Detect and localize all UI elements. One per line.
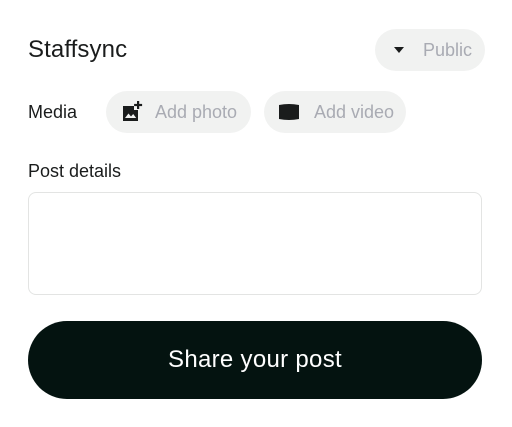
visibility-value: Public bbox=[423, 39, 473, 60]
add-photo-label: Add photo bbox=[155, 101, 238, 122]
post-details-label: Post details bbox=[28, 161, 122, 181]
caret-down-icon bbox=[394, 47, 404, 53]
add-video-button[interactable]: Add video bbox=[264, 91, 406, 133]
visibility-dropdown[interactable]: Public bbox=[375, 29, 485, 71]
page-title: Staffsync bbox=[28, 36, 128, 63]
video-icon bbox=[277, 100, 301, 124]
media-label: Media bbox=[28, 102, 78, 122]
add-photo-icon bbox=[120, 100, 144, 124]
add-video-label: Add video bbox=[314, 101, 395, 122]
share-post-button[interactable]: Share your post bbox=[28, 321, 482, 399]
post-details-input[interactable] bbox=[28, 192, 482, 295]
add-photo-button[interactable]: Add photo bbox=[106, 91, 251, 133]
share-post-form: Staffsync Public Media Add photo Add vid… bbox=[0, 0, 512, 427]
